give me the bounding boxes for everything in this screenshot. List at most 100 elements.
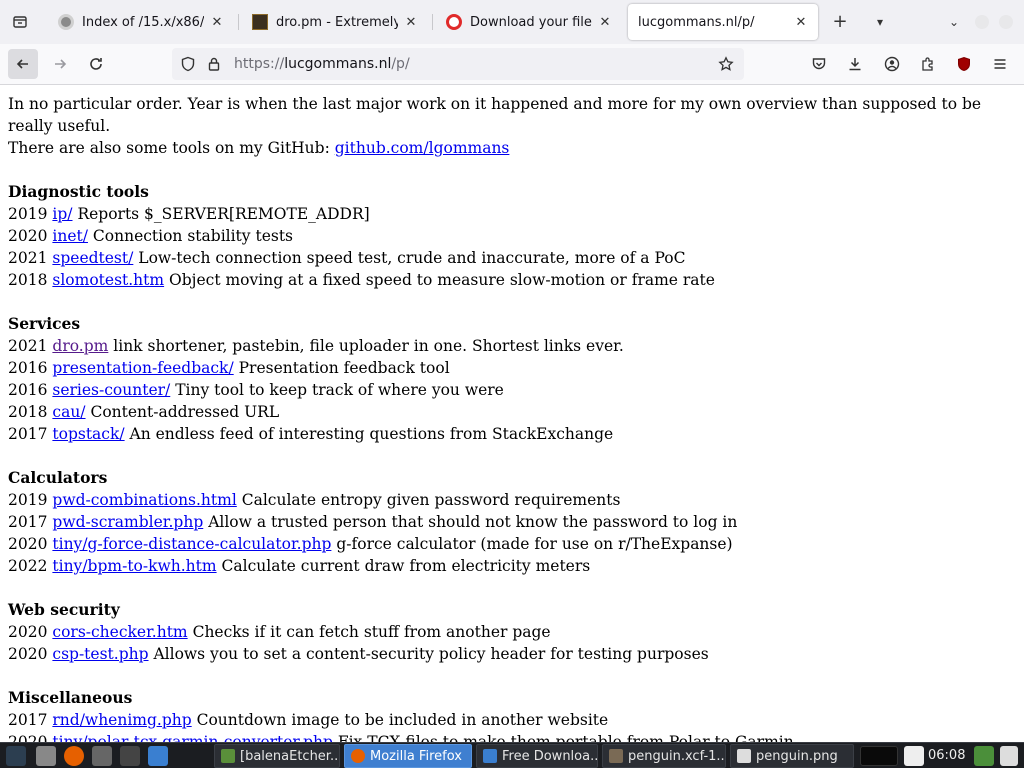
tool-link[interactable]: inet/ [52,227,88,245]
tab-index-of[interactable]: Index of /15.x/x86/ ✕ [48,4,234,40]
tool-link[interactable]: rnd/whenimg.php [52,711,191,729]
section-heading: Miscellaneous [8,688,133,707]
maximize-window-button[interactable] [975,15,989,29]
tool-link[interactable]: tiny/polar-tcx-garmin-converter.php [52,733,333,742]
start-menu-icon[interactable] [6,746,26,766]
list-all-tabs-button[interactable]: ▾ [868,10,892,34]
chevron-down-icon: ▾ [876,15,884,29]
tool-year: 2019 [8,205,48,223]
tool-description: An endless feed of interesting questions… [129,425,614,443]
tool-item: 2021 speedtest/ Low-tech connection spee… [8,247,1014,269]
tracking-protection-shield-icon[interactable] [180,56,196,72]
desktop-switcher-icon[interactable] [148,746,168,766]
tool-link[interactable]: tiny/bpm-to-kwh.htm [52,557,216,575]
tool-year: 2021 [8,249,48,267]
tool-description: Object moving at a fixed speed to measur… [169,271,715,289]
taskbar: [balenaEtcher... Mozilla Firefox Free Do… [0,742,1024,768]
tool-item: 2016 presentation-feedback/ Presentation… [8,357,1014,379]
taskbar-task-free-download[interactable]: Free Downloa... [476,744,598,768]
ublock-origin-button[interactable] [949,49,979,79]
tool-description: Allow a trusted person that should not k… [208,513,738,531]
taskbar-task-firefox[interactable]: Mozilla Firefox [344,744,472,768]
app-menu-button[interactable] [985,49,1015,79]
tool-description: Connection stability tests [92,227,294,245]
github-link[interactable]: github.com/lgommans [335,139,510,157]
tab-dro-pm[interactable]: dro.pm - Extremely Sh ✕ [242,4,428,40]
taskbar-task-balenaetcher[interactable]: [balenaEtcher... [214,744,340,768]
tool-item: 2020 inet/ Connection stability tests [8,225,1014,247]
file-manager-launcher-icon[interactable] [36,746,56,766]
tool-description: g-force calculator (made for use on r/Th… [336,535,733,553]
cpu-graph-icon [860,746,898,766]
tool-year: 2017 [8,711,48,729]
show-desktop-icon[interactable] [1000,746,1018,766]
url-text[interactable]: https://lucgommans.nl/p/ [234,48,410,80]
tool-link[interactable]: cau/ [52,403,85,421]
account-button[interactable] [877,49,907,79]
chevron-down-icon: ⌄ [948,15,960,29]
sections-container: Diagnostic tools 2019 ip/ Reports $_SERVE… [8,181,1014,742]
tool-link[interactable]: cors-checker.htm [52,623,187,641]
close-tab-icon[interactable]: ✕ [210,15,224,30]
tool-link[interactable]: slomotest.htm [52,271,164,289]
tool-link[interactable]: pwd-scrambler.php [52,513,203,531]
tools-launcher-icon[interactable] [120,746,140,766]
download-site-favicon-icon [446,14,462,30]
tool-link[interactable]: csp-test.php [52,645,148,663]
tool-year: 2019 [8,491,48,509]
tab-title: dro.pm - Extremely Sh [276,14,398,30]
tool-link[interactable]: ip/ [52,205,72,223]
taskbar-task-penguin-xcf[interactable]: penguin.xcf-1.... [602,744,726,768]
tool-year: 2018 [8,271,48,289]
tool-link[interactable]: series-counter/ [52,381,170,399]
close-tab-icon[interactable]: ✕ [404,15,418,30]
lock-icon[interactable] [206,56,222,72]
tool-link[interactable]: speedtest/ [52,249,133,267]
tab-download-your-file[interactable]: Download your file — ✕ [436,4,622,40]
new-tab-button[interactable]: + [828,10,852,34]
firefox-view-button[interactable] [6,10,34,34]
tool-item: 2017 topstack/ An endless feed of intere… [8,423,1014,445]
bookmark-star-icon[interactable] [718,56,734,72]
forward-button[interactable] [45,49,75,79]
folder-launcher-icon[interactable] [92,746,112,766]
display-tray-icon[interactable] [974,746,994,766]
pocket-button[interactable] [804,49,834,79]
close-tab-icon[interactable]: ✕ [598,15,612,30]
tool-link[interactable]: presentation-feedback/ [52,359,233,377]
tool-item: 2020 tiny/polar-tcx-garmin-converter.php… [8,731,1014,742]
close-window-button[interactable] [999,15,1013,29]
navigation-toolbar: https://lucgommans.nl/p/ [0,44,1024,85]
tool-description: Countdown image to be included in anothe… [196,711,609,729]
tab-separator [432,14,433,30]
close-tab-icon[interactable]: ✕ [794,15,808,30]
plus-icon: + [832,11,848,32]
downloads-button[interactable] [840,49,870,79]
forward-arrow-icon [55,59,67,69]
tool-item: 2019 pwd-combinations.html Calculate ent… [8,489,1014,511]
tab-lucgommans[interactable]: lucgommans.nl/p/ ✕ [628,4,818,40]
tool-description: Reports $_SERVER[REMOTE_ADDR] [77,205,370,223]
extensions-button[interactable] [913,49,943,79]
minimize-window-button[interactable]: ⌄ [944,12,964,32]
tool-link[interactable]: pwd-combinations.html [52,491,236,509]
logout-icon[interactable] [904,746,924,766]
tool-link[interactable]: topstack/ [52,425,124,443]
tool-year: 2021 [8,337,48,355]
tool-description: Presentation feedback tool [238,359,450,377]
tool-item: 2020 cors-checker.htm Checks if it can f… [8,621,1014,643]
tab-title: lucgommans.nl/p/ [638,14,755,30]
back-button[interactable] [8,49,38,79]
firefox-launcher-icon[interactable] [64,746,84,766]
tool-link[interactable]: tiny/g-force-distance-calculator.php [52,535,331,553]
intro-text: In no particular order. Year is when the… [8,95,982,135]
globe-icon [58,14,74,30]
tool-item: 2022 tiny/bpm-to-kwh.htm Calculate curre… [8,555,1014,577]
taskbar-task-penguin-png[interactable]: penguin.png [730,744,854,768]
address-bar[interactable]: https://lucgommans.nl/p/ [172,48,744,80]
reload-button[interactable] [81,49,111,79]
tool-year: 2020 [8,535,48,553]
tool-item: 2017 pwd-scrambler.php Allow a trusted p… [8,511,1014,533]
task-title: [balenaEtcher... [240,748,340,764]
tool-link[interactable]: dro.pm [52,337,108,355]
